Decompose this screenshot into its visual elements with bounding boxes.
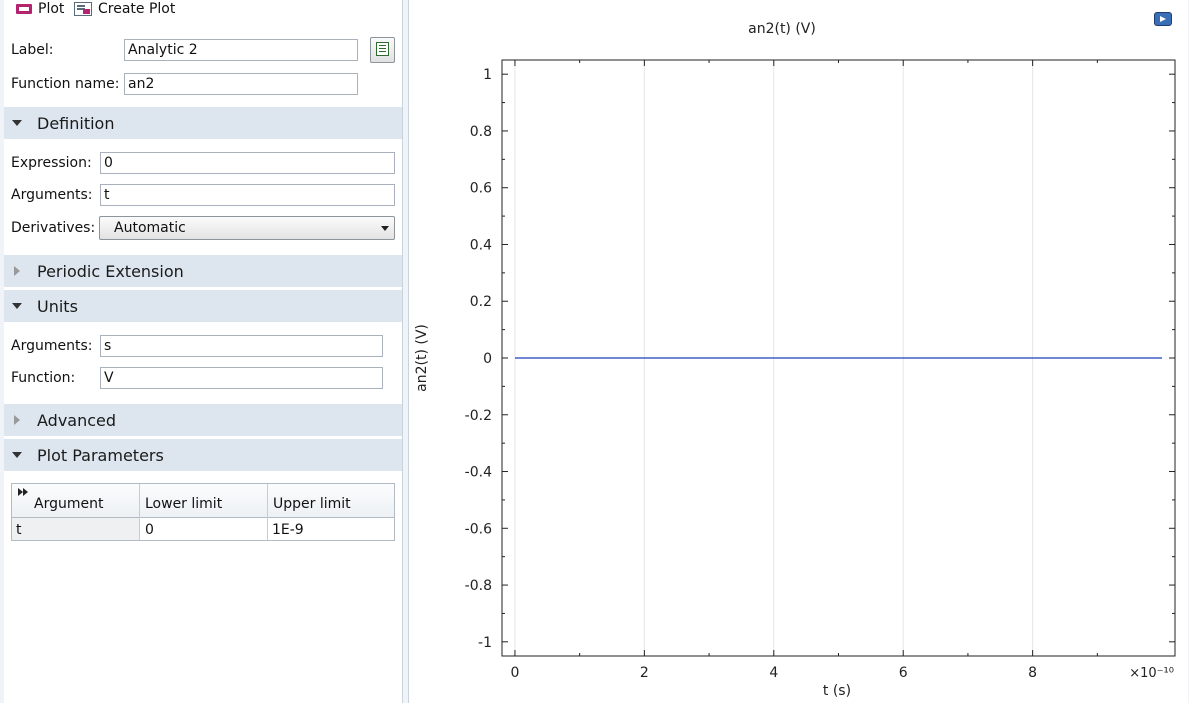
y-axis-label: an2(t) (V) [414, 324, 430, 392]
x-tick-label: 8 [1028, 665, 1037, 681]
chart-title: an2(t) (V) [748, 21, 816, 37]
section-plot-parameters[interactable]: Plot Parameters [4, 439, 402, 471]
section-title: Definition [37, 113, 115, 133]
create-plot-button-label: Create Plot [98, 1, 176, 17]
table-cell-argument[interactable]: t [16, 522, 22, 538]
derivatives-caption: Derivatives: [11, 220, 96, 236]
settings-panel: Plot Create Plot Label: Analytic 2 Funct… [4, 0, 403, 703]
x-axis-label: t (s) [823, 683, 851, 699]
derivatives-select[interactable]: Automatic [99, 216, 395, 240]
y-tick-label: 1 [483, 67, 492, 83]
double-arrow-icon[interactable] [18, 488, 30, 497]
y-tick-label: 0.6 [470, 181, 492, 197]
y-tick-label: -0.2 [465, 408, 492, 424]
column-divider [267, 484, 268, 540]
plot-button[interactable]: Plot [16, 0, 64, 18]
collapse-icon [12, 452, 22, 458]
y-tick-label: -0.4 [465, 465, 492, 481]
units-arguments-input[interactable]: s [100, 335, 383, 357]
create-plot-button[interactable]: Create Plot [74, 0, 175, 18]
function-name-input[interactable]: an2 [124, 73, 358, 95]
table-row-header-cell [12, 518, 139, 540]
plot-ticks: 0 2 4 6 8 1 0.8 0.6 0.4 0.2 0 -0.2 -0.4 -0.6 -0.8 -1 [465, 60, 1175, 681]
y-tick-label: -0.8 [465, 578, 492, 594]
chevron-down-icon [381, 226, 389, 231]
x-tick-label: 0 [510, 665, 519, 681]
x-axis-multiplier: ×10⁻¹⁰ [1129, 666, 1174, 681]
units-arguments-caption: Arguments: [11, 338, 93, 354]
arguments-caption: Arguments: [11, 187, 93, 203]
column-divider [139, 484, 140, 540]
section-advanced[interactable]: Advanced [4, 404, 402, 436]
plot-icon [16, 4, 32, 14]
section-title: Plot Parameters [37, 445, 164, 465]
y-tick-label: -1 [478, 635, 492, 651]
expression-input[interactable]: 0 [100, 152, 395, 174]
x-tick-label: 6 [899, 665, 908, 681]
expression-caption: Expression: [11, 155, 92, 171]
edit-label-button[interactable] [370, 37, 395, 63]
collapse-icon [12, 120, 22, 126]
column-header-argument[interactable]: Argument [34, 496, 103, 512]
plot-canvas[interactable]: 0 2 4 6 8 1 0.8 0.6 0.4 0.2 0 -0.2 -0.4 -0.6 -0.8 -1 an… [409, 0, 1188, 703]
y-tick-label: 0 [483, 351, 492, 367]
section-periodic-extension[interactable]: Periodic Extension [4, 255, 402, 287]
derivatives-selected-value: Automatic [114, 220, 186, 236]
function-name-caption: Function name: [11, 76, 120, 92]
x-tick-label: 4 [769, 665, 778, 681]
plot-parameters-table: Argument Lower limit Upper limit t 0 1E-… [11, 483, 395, 541]
units-function-caption: Function: [11, 370, 76, 386]
label-input[interactable]: Analytic 2 [124, 39, 358, 61]
settings-toolbar: Plot Create Plot [4, 0, 402, 18]
column-header-upper-limit[interactable]: Upper limit [273, 496, 351, 512]
y-tick-label: 0.2 [470, 294, 492, 310]
expand-icon [14, 266, 20, 276]
y-tick-label: 0.4 [470, 237, 492, 253]
y-tick-label: 0.8 [470, 124, 492, 140]
section-title: Advanced [37, 410, 117, 430]
column-header-lower-limit[interactable]: Lower limit [145, 496, 222, 512]
table-cell-lower-limit[interactable]: 0 [145, 522, 154, 538]
create-plot-icon [74, 2, 92, 16]
document-icon [376, 42, 389, 56]
label-caption: Label: [11, 42, 54, 58]
table-header: Argument Lower limit Upper limit [12, 484, 394, 518]
section-units[interactable]: Units [4, 290, 402, 322]
plot-button-label: Plot [38, 1, 65, 17]
units-function-input[interactable]: V [100, 367, 383, 389]
section-title: Periodic Extension [37, 261, 184, 281]
y-tick-label: -0.6 [465, 521, 492, 537]
graphics-window: 0 2 4 6 8 1 0.8 0.6 0.4 0.2 0 -0.2 -0.4 -0.6 -0.8 -1 an… [408, 0, 1188, 703]
section-title: Units [37, 296, 78, 316]
expand-icon [14, 415, 20, 425]
table-cell-upper-limit[interactable]: 1E-9 [272, 522, 304, 538]
x-tick-label: 2 [640, 665, 649, 681]
section-definition[interactable]: Definition [4, 107, 402, 139]
collapse-icon [12, 303, 22, 309]
arguments-input[interactable]: t [100, 184, 395, 206]
